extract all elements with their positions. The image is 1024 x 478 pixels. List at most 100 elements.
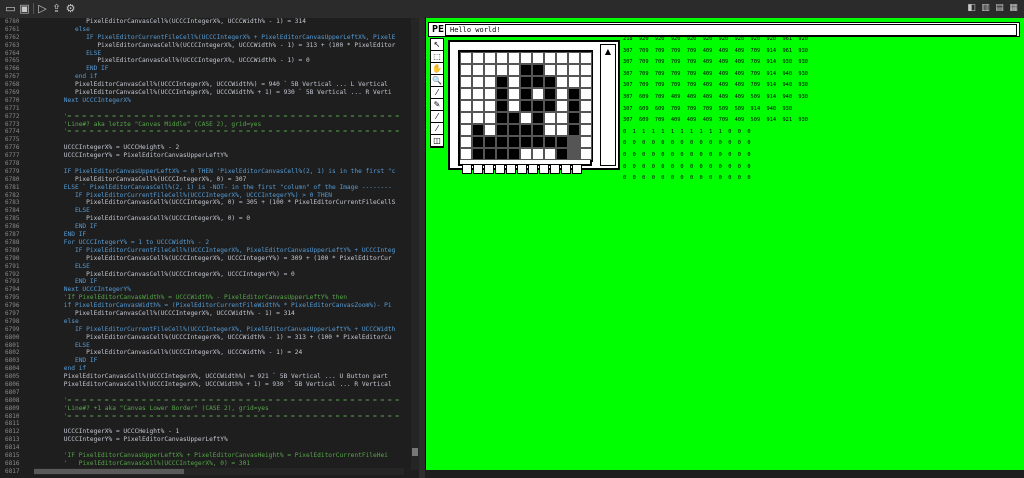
code-line[interactable]: PixelEditorCanvasCell%(UCCCIntegerX%, UC… [34, 349, 414, 357]
pixel-cell[interactable] [496, 136, 508, 148]
code-line[interactable]: else [34, 26, 414, 34]
pixel-cell[interactable] [496, 112, 508, 124]
code-line[interactable]: 'Line#? +1 aka "Canvas Lower Border" (CA… [34, 405, 414, 413]
pixel-cell[interactable] [460, 64, 472, 76]
pixel-cell[interactable] [532, 112, 544, 124]
pixel-cell[interactable] [568, 112, 580, 124]
pixel-cell[interactable] [532, 76, 544, 88]
code-line[interactable]: ELSE [34, 342, 414, 350]
pixel-cell[interactable] [520, 100, 532, 112]
brush-icon[interactable]: ⁄ [431, 111, 443, 123]
pixel-cell[interactable] [544, 124, 556, 136]
pixel-cell[interactable] [484, 100, 496, 112]
canvas-scrollbar[interactable]: ▲ [600, 44, 616, 166]
code-line[interactable]: END IF [34, 278, 414, 286]
code-line[interactable]: '= = = = = = = = = = = = = = = = = = = =… [34, 113, 414, 121]
code-line[interactable] [34, 420, 414, 428]
save-icon[interactable]: ▣ [18, 2, 31, 15]
code-line[interactable]: ELSE ` PixelEditorCanvasCell%(2, 1) is -… [34, 184, 414, 192]
pixel-cell[interactable] [460, 52, 472, 64]
pixel-cell[interactable] [580, 136, 592, 148]
pixel-cell[interactable] [544, 64, 556, 76]
code-line[interactable] [34, 136, 414, 144]
code-line[interactable]: '= = = = = = = = = = = = = = = = = = = =… [34, 413, 414, 421]
code-line[interactable]: END IF [34, 223, 414, 231]
pixel-cell[interactable] [532, 52, 544, 64]
canvas-tab[interactable] [484, 164, 494, 174]
pixel-cell[interactable] [532, 64, 544, 76]
pixel-cell[interactable] [580, 64, 592, 76]
pixel-cell[interactable] [472, 136, 484, 148]
pixel-cell[interactable] [556, 148, 568, 160]
pixel-cell[interactable] [472, 112, 484, 124]
vertical-scroll-thumb[interactable] [412, 448, 418, 456]
layout-panel-icon[interactable]: ▤ [994, 3, 1005, 14]
canvas-tab[interactable] [572, 164, 582, 174]
code-line[interactable]: END IF [34, 231, 414, 239]
pixel-cell[interactable] [496, 148, 508, 160]
pixel-cell[interactable] [460, 88, 472, 100]
code-line[interactable]: PixelEditorCanvasCell%(UCCCIntegerX%, UC… [34, 18, 414, 26]
pixel-cell[interactable] [580, 76, 592, 88]
pixel-cell[interactable] [496, 124, 508, 136]
code-line[interactable]: PixelEditorCanvasCell%(UCCCIntegerX%, UC… [34, 42, 414, 50]
run-icon[interactable]: ▷ [36, 2, 49, 15]
code-line[interactable] [34, 105, 414, 113]
code-line[interactable]: Next UCCCIntegerY% [34, 286, 414, 294]
pixel-cell[interactable] [496, 76, 508, 88]
code-line[interactable]: ' PixelEditorCanvasCell%(UCCCIntegerX%, … [34, 460, 414, 468]
code-line[interactable]: PixelEditorCanvasCell%(UCCCIntegerX%, 0)… [34, 176, 414, 184]
pixel-cell[interactable] [484, 76, 496, 88]
pixel-cell[interactable] [532, 148, 544, 160]
code-line[interactable] [34, 389, 414, 397]
pixel-cell[interactable] [568, 64, 580, 76]
code-line[interactable]: ELSE [34, 207, 414, 215]
pixel-cell[interactable] [568, 100, 580, 112]
code-line[interactable] [34, 160, 414, 168]
pixel-cell[interactable] [472, 88, 484, 100]
pixel-cell[interactable] [496, 100, 508, 112]
code-line[interactable]: PixelEditorCanvasCell%(UCCCIntegerX%, UC… [34, 81, 414, 89]
canvas-tab[interactable] [539, 164, 549, 174]
settings-icon[interactable]: ⚙ [64, 2, 77, 15]
pixel-cell[interactable] [568, 136, 580, 148]
pixel-cell[interactable] [544, 88, 556, 100]
pixel-cell[interactable] [568, 76, 580, 88]
pixel-cell[interactable] [484, 124, 496, 136]
pixel-cell[interactable] [556, 52, 568, 64]
pixel-cell[interactable] [460, 148, 472, 160]
pixel-cell[interactable] [520, 88, 532, 100]
code-line[interactable]: '= = = = = = = = = = = = = = = = = = = =… [34, 128, 414, 136]
pixel-cell[interactable] [568, 148, 580, 160]
pixel-cell[interactable] [532, 100, 544, 112]
code-line[interactable]: end if [34, 73, 414, 81]
pixel-cell[interactable] [556, 64, 568, 76]
pixel-cell[interactable] [520, 52, 532, 64]
pixel-cell[interactable] [580, 148, 592, 160]
pixel-cell[interactable] [544, 52, 556, 64]
pixel-cell[interactable] [472, 64, 484, 76]
pixel-cell[interactable] [472, 100, 484, 112]
pixel-cell[interactable] [556, 76, 568, 88]
code-editor[interactable]: 6780 6761 6762 6763 6764 6765 6766 6767 6768 6769… [0, 18, 419, 478]
pixel-cell[interactable] [580, 124, 592, 136]
pixel-cell[interactable] [544, 100, 556, 112]
pixel-cell[interactable] [580, 88, 592, 100]
pixel-cell[interactable] [508, 124, 520, 136]
pixel-cell[interactable] [520, 148, 532, 160]
canvas-tab[interactable] [517, 164, 527, 174]
canvas-tab[interactable] [550, 164, 560, 174]
pencil-icon[interactable]: ✎ [431, 99, 443, 111]
canvas-tab[interactable] [528, 164, 538, 174]
pixel-cell[interactable] [580, 100, 592, 112]
pixel-cell[interactable] [544, 112, 556, 124]
pixel-cell[interactable] [568, 124, 580, 136]
pixel-cell[interactable] [508, 52, 520, 64]
code-line[interactable]: ELSE [34, 263, 414, 271]
pixel-cell[interactable] [520, 112, 532, 124]
canvas-tab[interactable] [506, 164, 516, 174]
code-line[interactable]: PixelEditorCanvasCell%(UCCCIntegerX%, UC… [34, 255, 414, 263]
pixel-cell[interactable] [556, 100, 568, 112]
code-line[interactable]: '= = = = = = = = = = = = = = = = = = = =… [34, 397, 414, 405]
pixel-cell[interactable] [460, 124, 472, 136]
